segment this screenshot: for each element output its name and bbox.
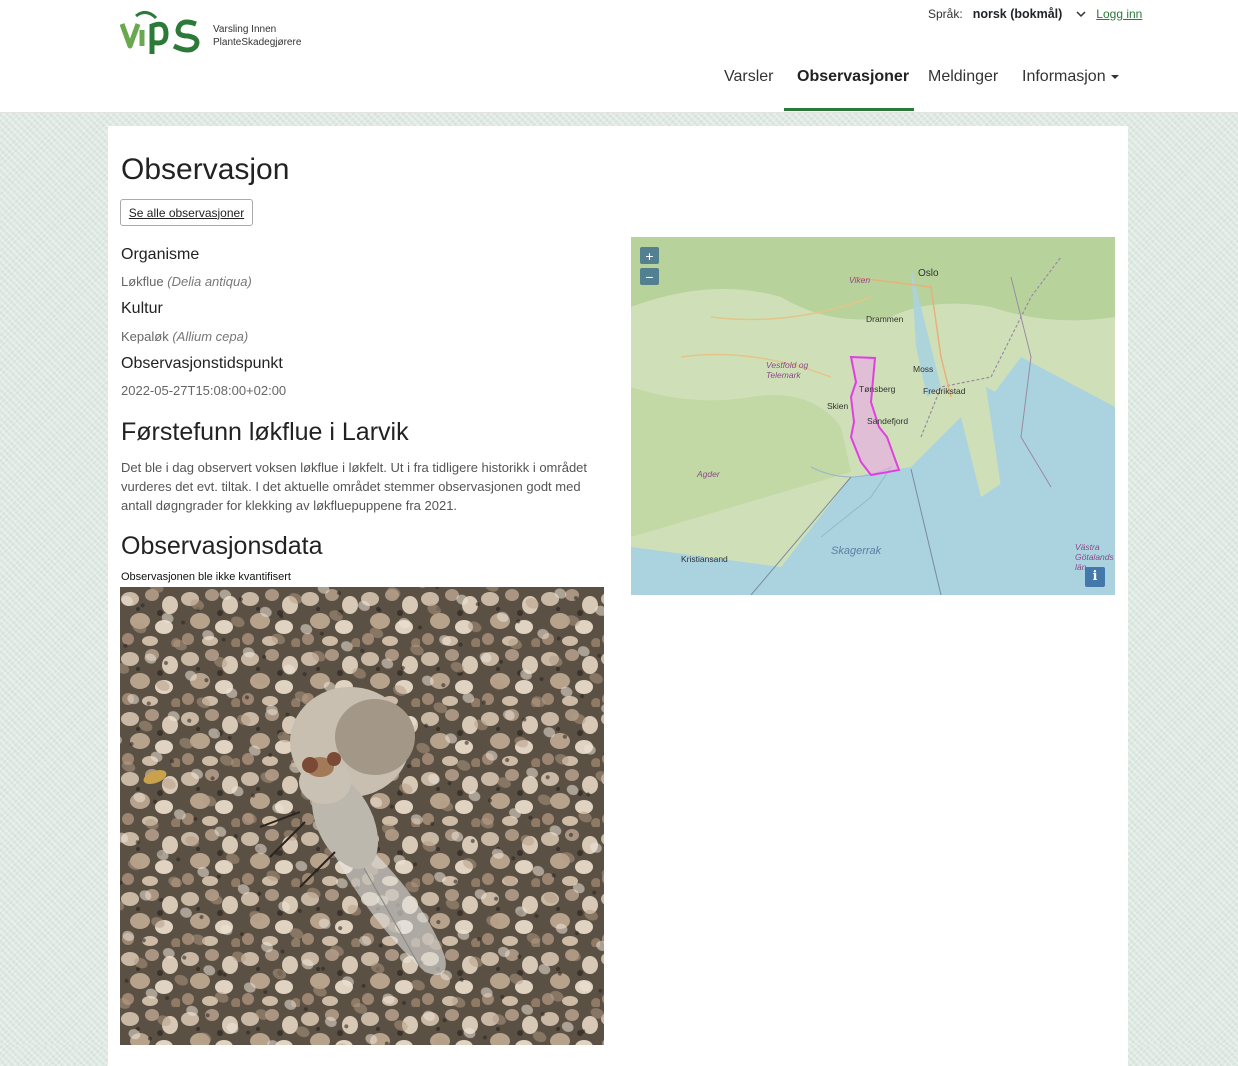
map-label-moss: Moss xyxy=(913,364,934,374)
time-value: 2022-05-27T15:08:00+02:00 xyxy=(121,383,287,398)
caret-down-icon xyxy=(1110,74,1119,79)
zoom-out-button[interactable]: − xyxy=(640,268,659,285)
map-label-agder: Agder xyxy=(697,469,720,479)
map-label-vastra-gotaland: Västra Götalands län xyxy=(1075,542,1114,572)
culture-name: Kepaløk xyxy=(121,329,169,344)
vips-logo[interactable] xyxy=(120,10,202,56)
logo-subtitle-line1: Varsling Innen xyxy=(213,24,277,35)
culture-latin: (Allium cepa) xyxy=(172,329,249,344)
nav-varsler[interactable]: Varsler xyxy=(724,57,774,111)
zoom-in-button[interactable]: + xyxy=(640,247,659,264)
observation-data-title: Observasjonsdata xyxy=(121,532,323,560)
chevron-down-icon[interactable] xyxy=(1074,7,1088,21)
see-all-observations-button[interactable]: Se alle observasjoner xyxy=(120,199,253,226)
map-label-fredrikstad: Fredrikstad xyxy=(923,386,966,396)
map-label-skagerrak: Skagerrak xyxy=(831,545,882,557)
culture-value: Kepaløk (Allium cepa) xyxy=(121,329,248,344)
quantified-text: Observasjonen ble ikke kvantifisert xyxy=(121,571,291,583)
map-label-tonsberg: Tønsberg xyxy=(859,384,896,394)
site-header: Varsling Innen PlanteSkadegjørere Språk:… xyxy=(0,0,1238,113)
nav-informasjon[interactable]: Informasjon xyxy=(1022,57,1119,111)
organism-value: Løkflue (Delia antiqua) xyxy=(121,274,252,289)
map-label-kristiansand: Kristiansand xyxy=(681,554,728,564)
map-label-vestfold: Vestfold og Telemark xyxy=(766,360,809,380)
organism-label: Organisme xyxy=(121,246,200,263)
observation-photo xyxy=(120,587,604,1045)
observation-text: Det ble i dag observert voksen løkflue i… xyxy=(121,460,588,513)
organism-latin: (Delia antiqua) xyxy=(167,274,252,289)
map-label-skien: Skien xyxy=(827,401,849,411)
page-title: Observasjon xyxy=(121,153,290,186)
time-label: Observasjonstidspunkt xyxy=(121,355,283,372)
nav-meldinger[interactable]: Meldinger xyxy=(928,57,998,111)
map-label-sandefjord: Sandefjord xyxy=(867,416,909,426)
map-label-oslo: Oslo xyxy=(918,268,939,279)
language-selector[interactable]: Språk: norsk (bokmål) Logg inn xyxy=(928,7,1142,21)
nav-informasjon-label: Informasjon xyxy=(1022,68,1106,85)
map-label-drammen: Drammen xyxy=(866,314,904,324)
onion-fly-photo xyxy=(120,587,604,1045)
culture-label: Kultur xyxy=(121,300,163,317)
active-nav-indicator xyxy=(784,108,914,111)
login-link[interactable]: Logg inn xyxy=(1096,7,1142,21)
language-value[interactable]: norsk (bokmål) xyxy=(973,7,1063,21)
organism-name: Løkflue xyxy=(121,274,164,289)
logo-subtitle: Varsling Innen PlanteSkadegjørere xyxy=(213,23,301,49)
logo-subtitle-line2: PlanteSkadegjørere xyxy=(213,37,302,48)
observation-map[interactable]: + − i Oslo Viken Drammen Vestfold og Tel… xyxy=(631,237,1115,595)
language-label: Språk: xyxy=(928,7,963,21)
observation-title: Førstefunn løkflue i Larvik xyxy=(121,418,409,446)
nav-observasjoner[interactable]: Observasjoner xyxy=(797,57,909,111)
map-label-viken: Viken xyxy=(849,275,871,285)
